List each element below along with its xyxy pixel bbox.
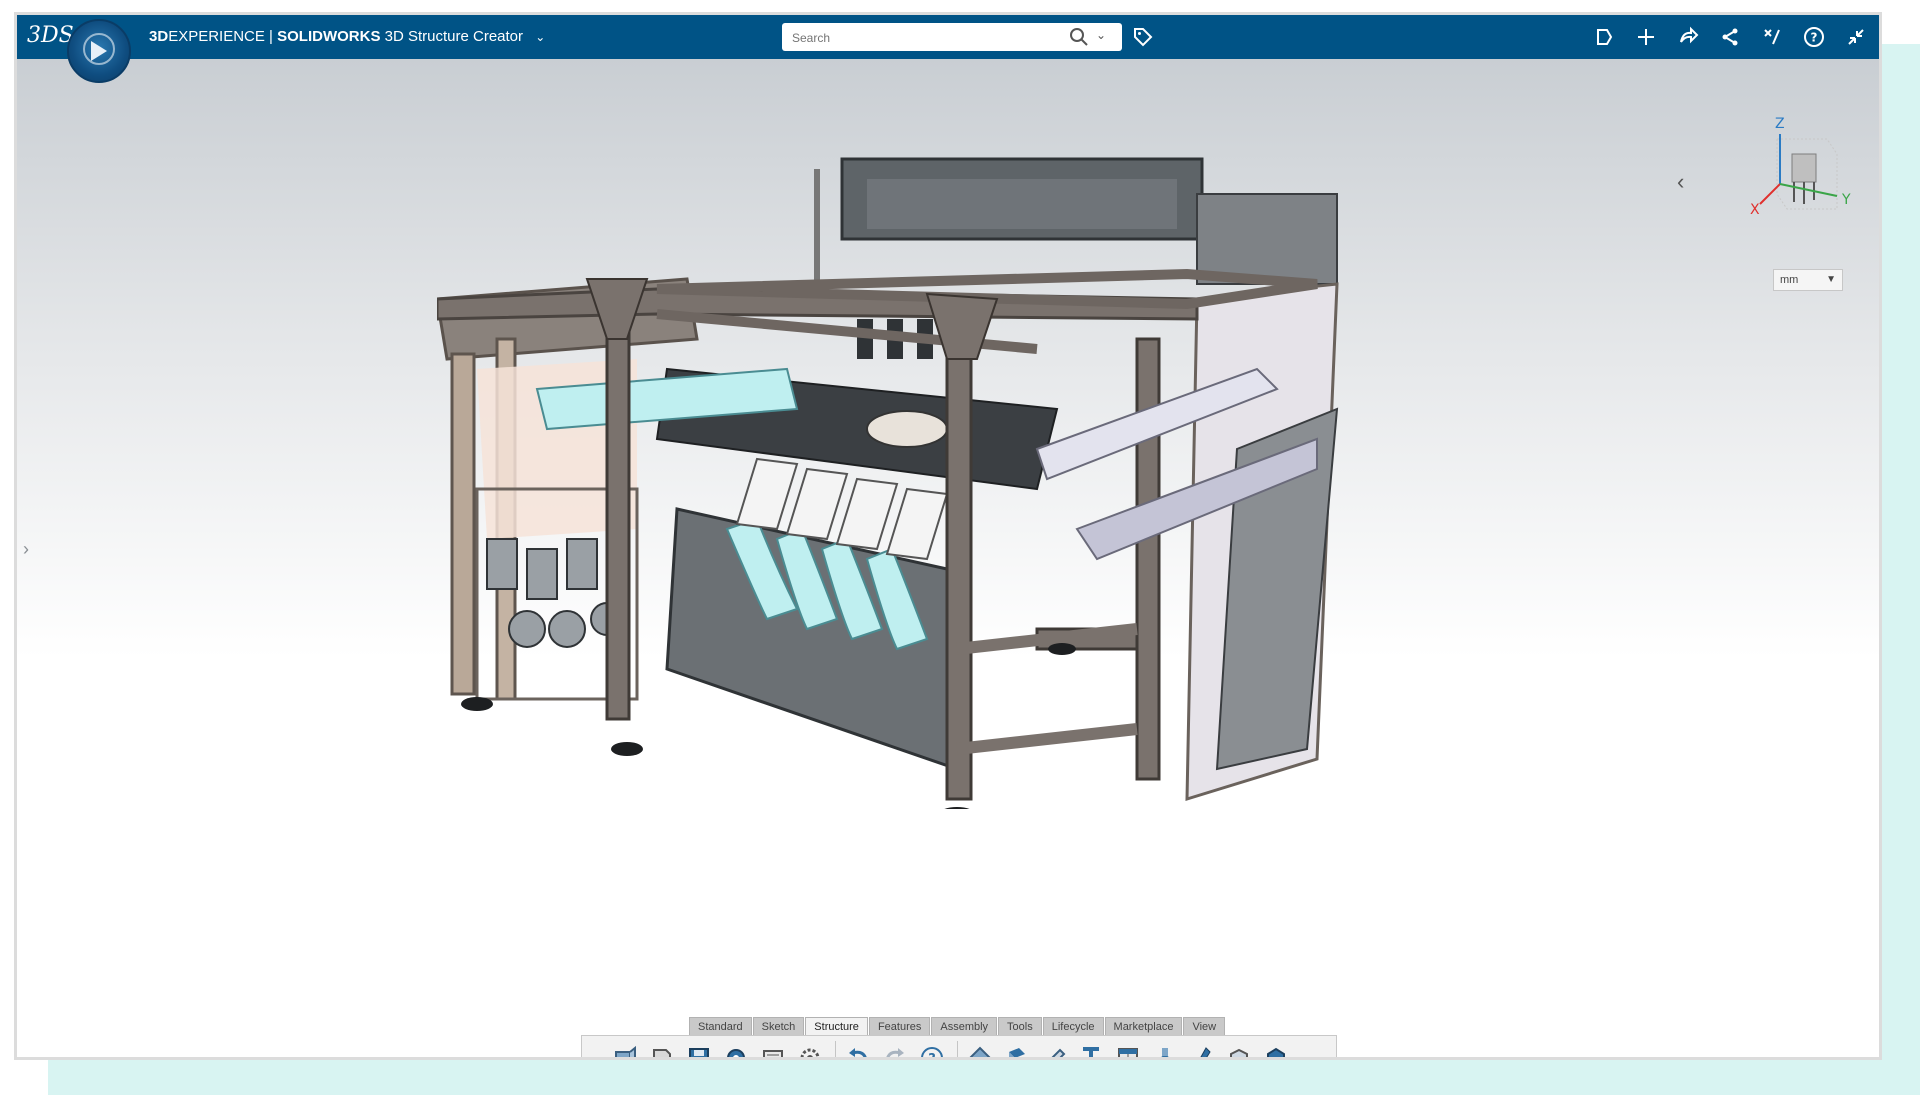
toolbar-collapse-icon[interactable]: ⌄ (588, 1053, 600, 1058)
redo-icon[interactable] (878, 1039, 912, 1057)
tab-assembly[interactable]: Assembly (931, 1017, 998, 1036)
tab-sketch[interactable]: Sketch (752, 1017, 805, 1036)
chevron-down-icon[interactable]: ⌄ (1096, 28, 1106, 42)
gusset-icon[interactable] (1148, 1039, 1182, 1057)
command-toolbar: ⌄ ? (581, 1035, 1337, 1060)
end-cap-icon[interactable] (1185, 1039, 1219, 1057)
play-icon (91, 41, 107, 61)
collaborate-icon[interactable] (1673, 21, 1703, 53)
tab-tools[interactable]: Tools (998, 1017, 1042, 1036)
add-icon[interactable] (1631, 21, 1661, 53)
brand-product: SOLIDWORKS (277, 28, 381, 45)
dropdown-arrow-icon: ▼ (1826, 274, 1836, 285)
tab-marketplace[interactable]: Marketplace (1104, 1017, 1183, 1036)
collapse-icon[interactable] (1841, 21, 1871, 53)
toolbar-separator (957, 1041, 958, 1057)
tools-icon[interactable] (1757, 21, 1787, 53)
app-window: 3DS 3DEXPERIENCE | SOLIDWORKS 3D Structu… (14, 12, 1882, 1060)
y-axis-label: Y (1841, 192, 1851, 208)
ds-logo[interactable]: 3DS (27, 21, 74, 51)
top-bar: 3DS 3DEXPERIENCE | SOLIDWORKS 3D Structu… (17, 15, 1879, 83)
settings-icon[interactable] (793, 1039, 827, 1057)
svg-text:?: ? (1811, 31, 1818, 45)
tab-structure[interactable]: Structure (805, 1017, 868, 1036)
triad-cube (1776, 138, 1838, 210)
send-icon[interactable] (1715, 21, 1745, 53)
top-actions: ? (1589, 21, 1871, 53)
tab-features[interactable]: Features (868, 1017, 931, 1036)
solid-body-icon[interactable] (1259, 1039, 1293, 1057)
member-icon[interactable] (1074, 1039, 1108, 1057)
svg-text:?: ? (928, 1052, 936, 1060)
view-triad[interactable]: Z X Y (1742, 114, 1862, 234)
options-icon[interactable] (756, 1039, 790, 1057)
units-dropdown[interactable]: mm ▼ (1773, 269, 1843, 291)
trim-extend-icon[interactable] (1222, 1039, 1256, 1057)
cut-list-icon[interactable] (1037, 1039, 1071, 1057)
brand-experience: EXPERIENCE | (168, 28, 278, 45)
x-axis-label: X (1750, 202, 1760, 218)
search-icon[interactable] (1068, 26, 1090, 48)
chevron-left-icon[interactable]: ‹ (1677, 169, 1684, 195)
help-icon[interactable]: ? (1799, 21, 1829, 53)
search-bar: ⌄ (782, 23, 1122, 51)
save-icon[interactable] (682, 1039, 716, 1057)
z-axis-label: Z (1775, 116, 1785, 132)
share-icon[interactable] (1589, 21, 1619, 53)
chevron-down-icon[interactable]: ⌄ (535, 15, 545, 59)
open-icon[interactable] (645, 1039, 679, 1057)
brand-3d: 3D (149, 28, 169, 45)
units-value: mm (1780, 274, 1799, 286)
help-icon[interactable]: ? (915, 1039, 949, 1060)
structure-system-icon[interactable] (963, 1039, 997, 1057)
search-input[interactable] (790, 27, 1054, 49)
3d-viewport[interactable]: › ‹ Z X Y mm ▼ Standard Sketch Structure… (17, 59, 1879, 1057)
app-name: 3D Structure Creator (384, 28, 524, 45)
left-panel-toggle-icon[interactable]: › (23, 539, 29, 560)
tab-view[interactable]: View (1183, 1017, 1226, 1036)
compass-button[interactable] (67, 19, 131, 83)
new-part-icon[interactable] (608, 1039, 642, 1057)
app-title[interactable]: 3DEXPERIENCE | SOLIDWORKS 3D Structure C… (149, 15, 545, 59)
command-tabs: Standard Sketch Structure Features Assem… (689, 1017, 1226, 1036)
undo-icon[interactable] (841, 1039, 875, 1057)
tab-lifecycle[interactable]: Lifecycle (1042, 1017, 1104, 1036)
tab-standard[interactable]: Standard (689, 1017, 752, 1036)
rebuild-icon[interactable] (719, 1039, 753, 1057)
corner-management-icon[interactable] (1000, 1039, 1034, 1057)
tag-icon[interactable] (1131, 25, 1155, 49)
weldment-icon[interactable] (1111, 1039, 1145, 1057)
toolbar-separator (835, 1041, 836, 1057)
machine-model[interactable] (437, 109, 1517, 809)
